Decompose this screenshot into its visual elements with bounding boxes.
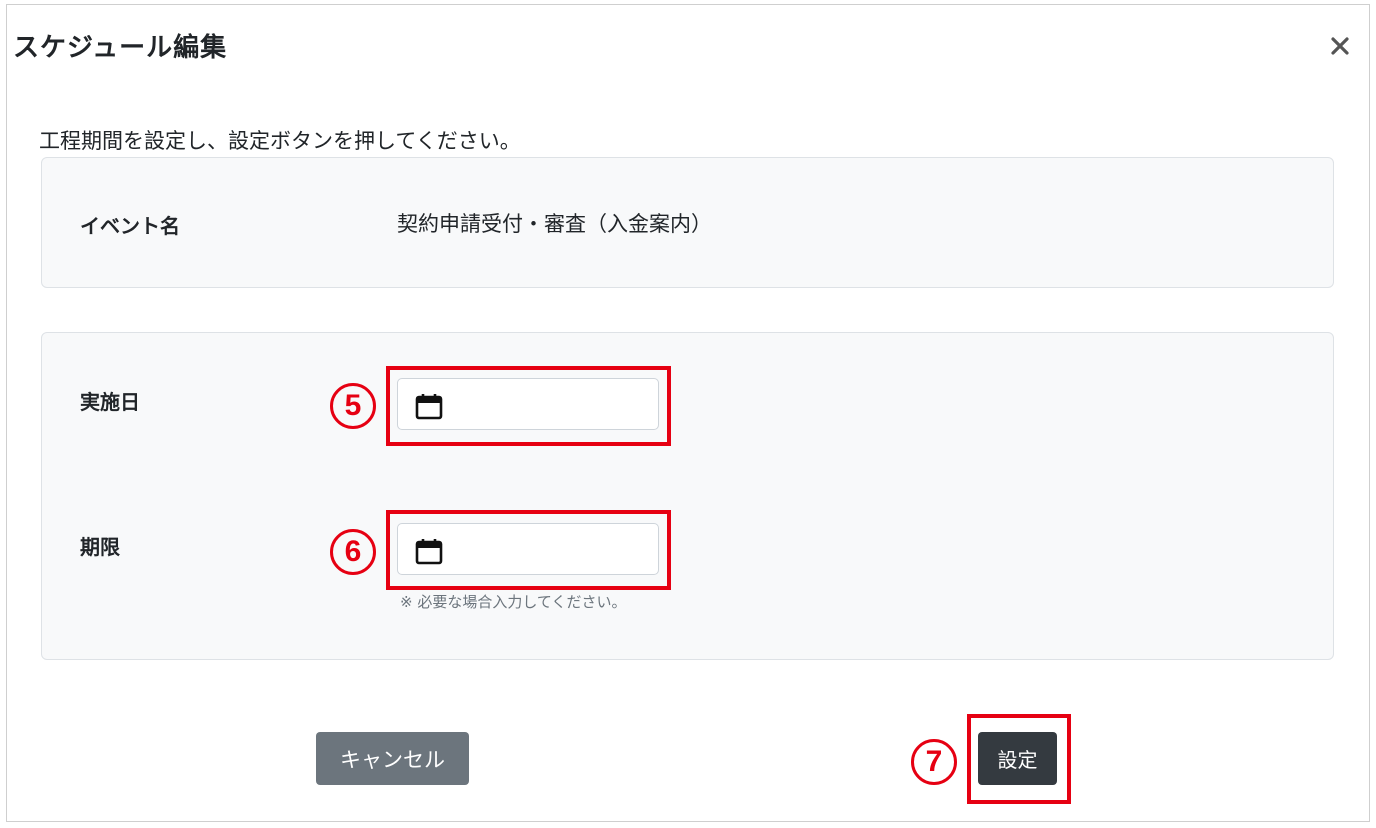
calendar-icon: [415, 394, 443, 420]
schedule-edit-dialog: スケジュール編集 工程期間を設定し、設定ボタンを押してください。 イベント名 契…: [6, 4, 1370, 822]
calendar-icon: [415, 539, 443, 565]
step-6-marker: 6: [330, 529, 376, 575]
step-7-marker: 7: [911, 739, 957, 785]
deadline-hint: ※ 必要な場合入力してください。: [400, 593, 627, 611]
step-5-marker: 5: [330, 383, 376, 429]
start-date-label: 実施日: [80, 390, 140, 414]
submit-button[interactable]: 設定: [978, 732, 1057, 785]
cancel-button[interactable]: キャンセル: [316, 732, 469, 785]
deadline-label: 期限: [80, 535, 120, 559]
deadline-input[interactable]: [397, 523, 659, 575]
dates-card: 実施日 期限 ※ 必要な場合入力してください。: [41, 332, 1334, 660]
event-name-label: イベント名: [80, 214, 180, 238]
close-icon: [1331, 37, 1349, 55]
close-button[interactable]: [1325, 31, 1355, 61]
event-card: イベント名 契約申請受付・審査（入金案内）: [41, 157, 1334, 288]
start-date-input[interactable]: [397, 378, 659, 430]
event-name-value: 契約申請受付・審査（入金案内）: [397, 212, 712, 236]
dialog-title: スケジュール編集: [13, 33, 228, 63]
instruction-text: 工程期間を設定し、設定ボタンを押してください。: [39, 129, 521, 153]
